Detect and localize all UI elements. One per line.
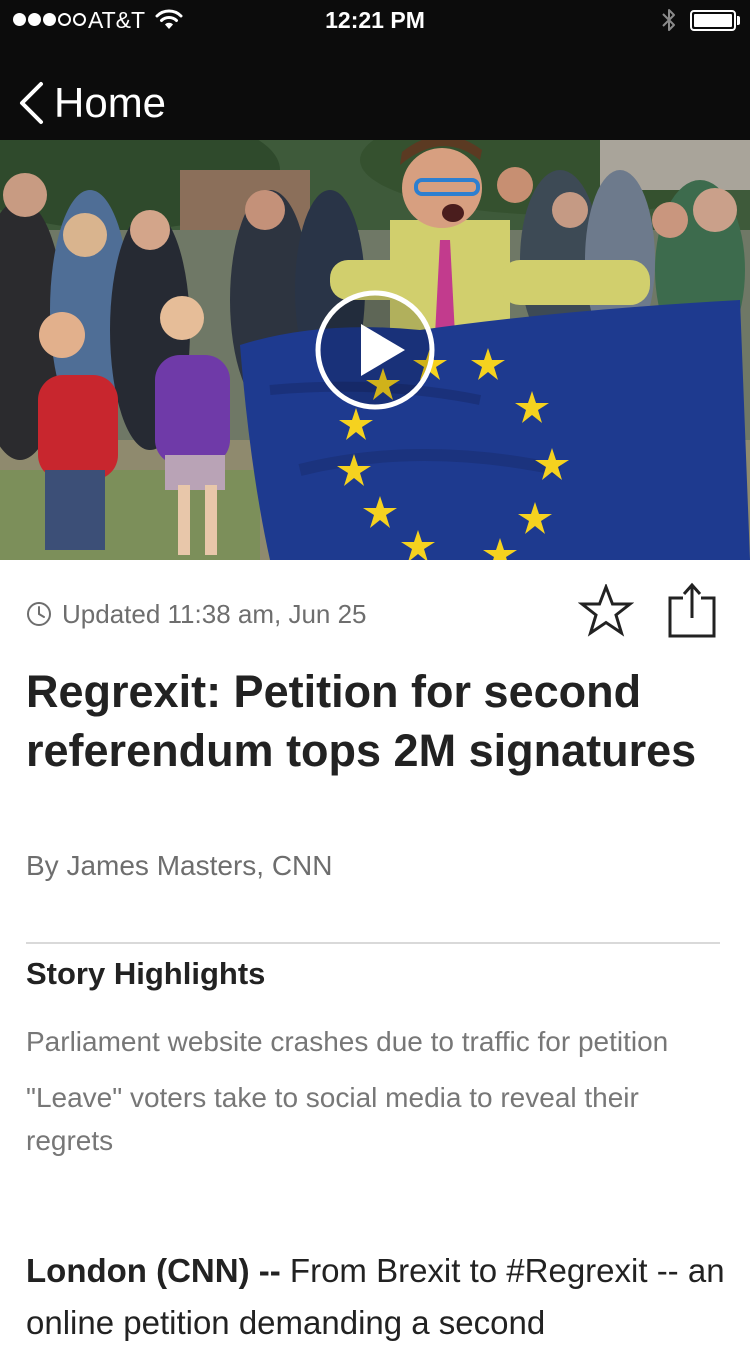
star-icon[interactable] <box>578 584 634 640</box>
play-icon[interactable] <box>315 290 435 410</box>
video-thumbnail[interactable] <box>0 140 750 560</box>
article-dateline: London (CNN) -- <box>26 1252 281 1289</box>
chevron-left-icon <box>20 82 43 124</box>
back-button[interactable]: Home <box>18 78 166 128</box>
status-time: 12:21 PM <box>325 7 425 33</box>
bluetooth-icon <box>662 9 675 31</box>
updated-timestamp: Updated 11:38 am, Jun 25 <box>26 596 367 632</box>
clock-icon <box>27 602 51 626</box>
article-byline: By James Masters, CNN <box>26 850 333 881</box>
battery-icon <box>690 10 736 31</box>
story-highlights-list: Parliament website crashes due to traffi… <box>26 1020 716 1175</box>
back-button-label: Home <box>54 79 167 126</box>
highlight-item: Parliament website crashes due to traffi… <box>26 1026 669 1057</box>
navigation-bar: Home <box>0 40 750 140</box>
updated-text: Updated 11:38 am, Jun 25 <box>62 598 367 629</box>
story-highlights-title: Story Highlights <box>26 956 266 991</box>
status-bar: AT&T 12:21 PM <box>0 0 750 40</box>
article-headline: Regrexit: Petition for second referendum… <box>26 666 697 776</box>
article-body: London (CNN) -- From Brexit to #Regrexit… <box>26 1245 726 1349</box>
divider <box>26 942 720 944</box>
share-icon[interactable] <box>664 582 720 640</box>
battery-tip <box>737 16 740 25</box>
highlight-item: "Leave" voters take to social media to r… <box>26 1082 639 1156</box>
